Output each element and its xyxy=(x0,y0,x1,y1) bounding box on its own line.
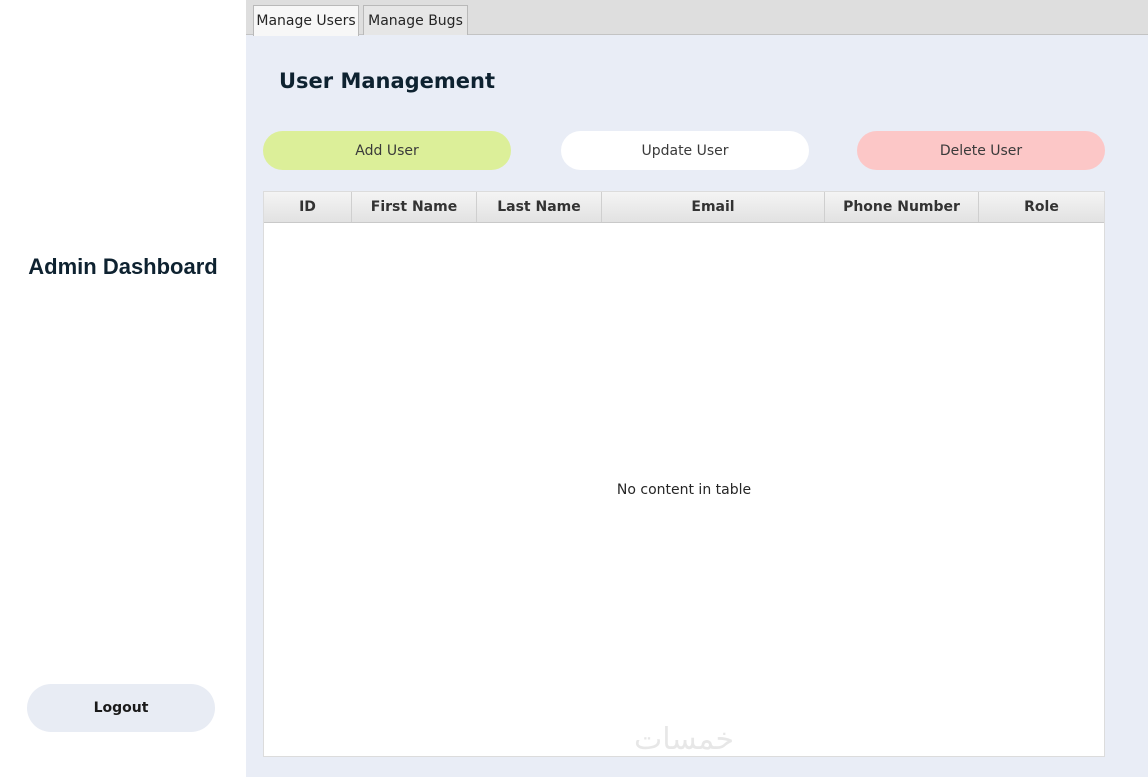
tab-manage-users[interactable]: Manage Users xyxy=(253,5,359,36)
users-table[interactable]: ID First Name Last Name Email Phone Numb… xyxy=(263,191,1105,757)
delete-user-button[interactable]: Delete User xyxy=(857,131,1105,170)
column-header-phone-number[interactable]: Phone Number xyxy=(825,192,979,222)
watermark-logo: خمسات xyxy=(633,722,735,757)
table-empty-message: No content in table xyxy=(616,482,752,498)
add-user-button[interactable]: Add User xyxy=(263,131,511,170)
tab-manage-bugs[interactable]: Manage Bugs xyxy=(363,5,468,35)
sidebar: Admin Dashboard Logout xyxy=(0,0,246,777)
column-header-last-name[interactable]: Last Name xyxy=(477,192,602,222)
logout-button[interactable]: Logout xyxy=(27,684,215,732)
column-header-email[interactable]: Email xyxy=(602,192,825,222)
table-header: ID First Name Last Name Email Phone Numb… xyxy=(264,192,1104,223)
sidebar-title: Admin Dashboard xyxy=(28,254,218,279)
column-header-role[interactable]: Role xyxy=(979,192,1104,222)
app-window: Admin Dashboard Logout Manage Users Mana… xyxy=(0,0,1148,777)
update-user-button[interactable]: Update User xyxy=(561,131,809,170)
page-title: User Management xyxy=(279,69,496,93)
tab-bar: Manage Users Manage Bugs xyxy=(246,0,1148,36)
main-panel: Manage Users Manage Bugs User Management… xyxy=(246,0,1148,777)
column-header-first-name[interactable]: First Name xyxy=(352,192,477,222)
column-header-id[interactable]: ID xyxy=(264,192,352,222)
